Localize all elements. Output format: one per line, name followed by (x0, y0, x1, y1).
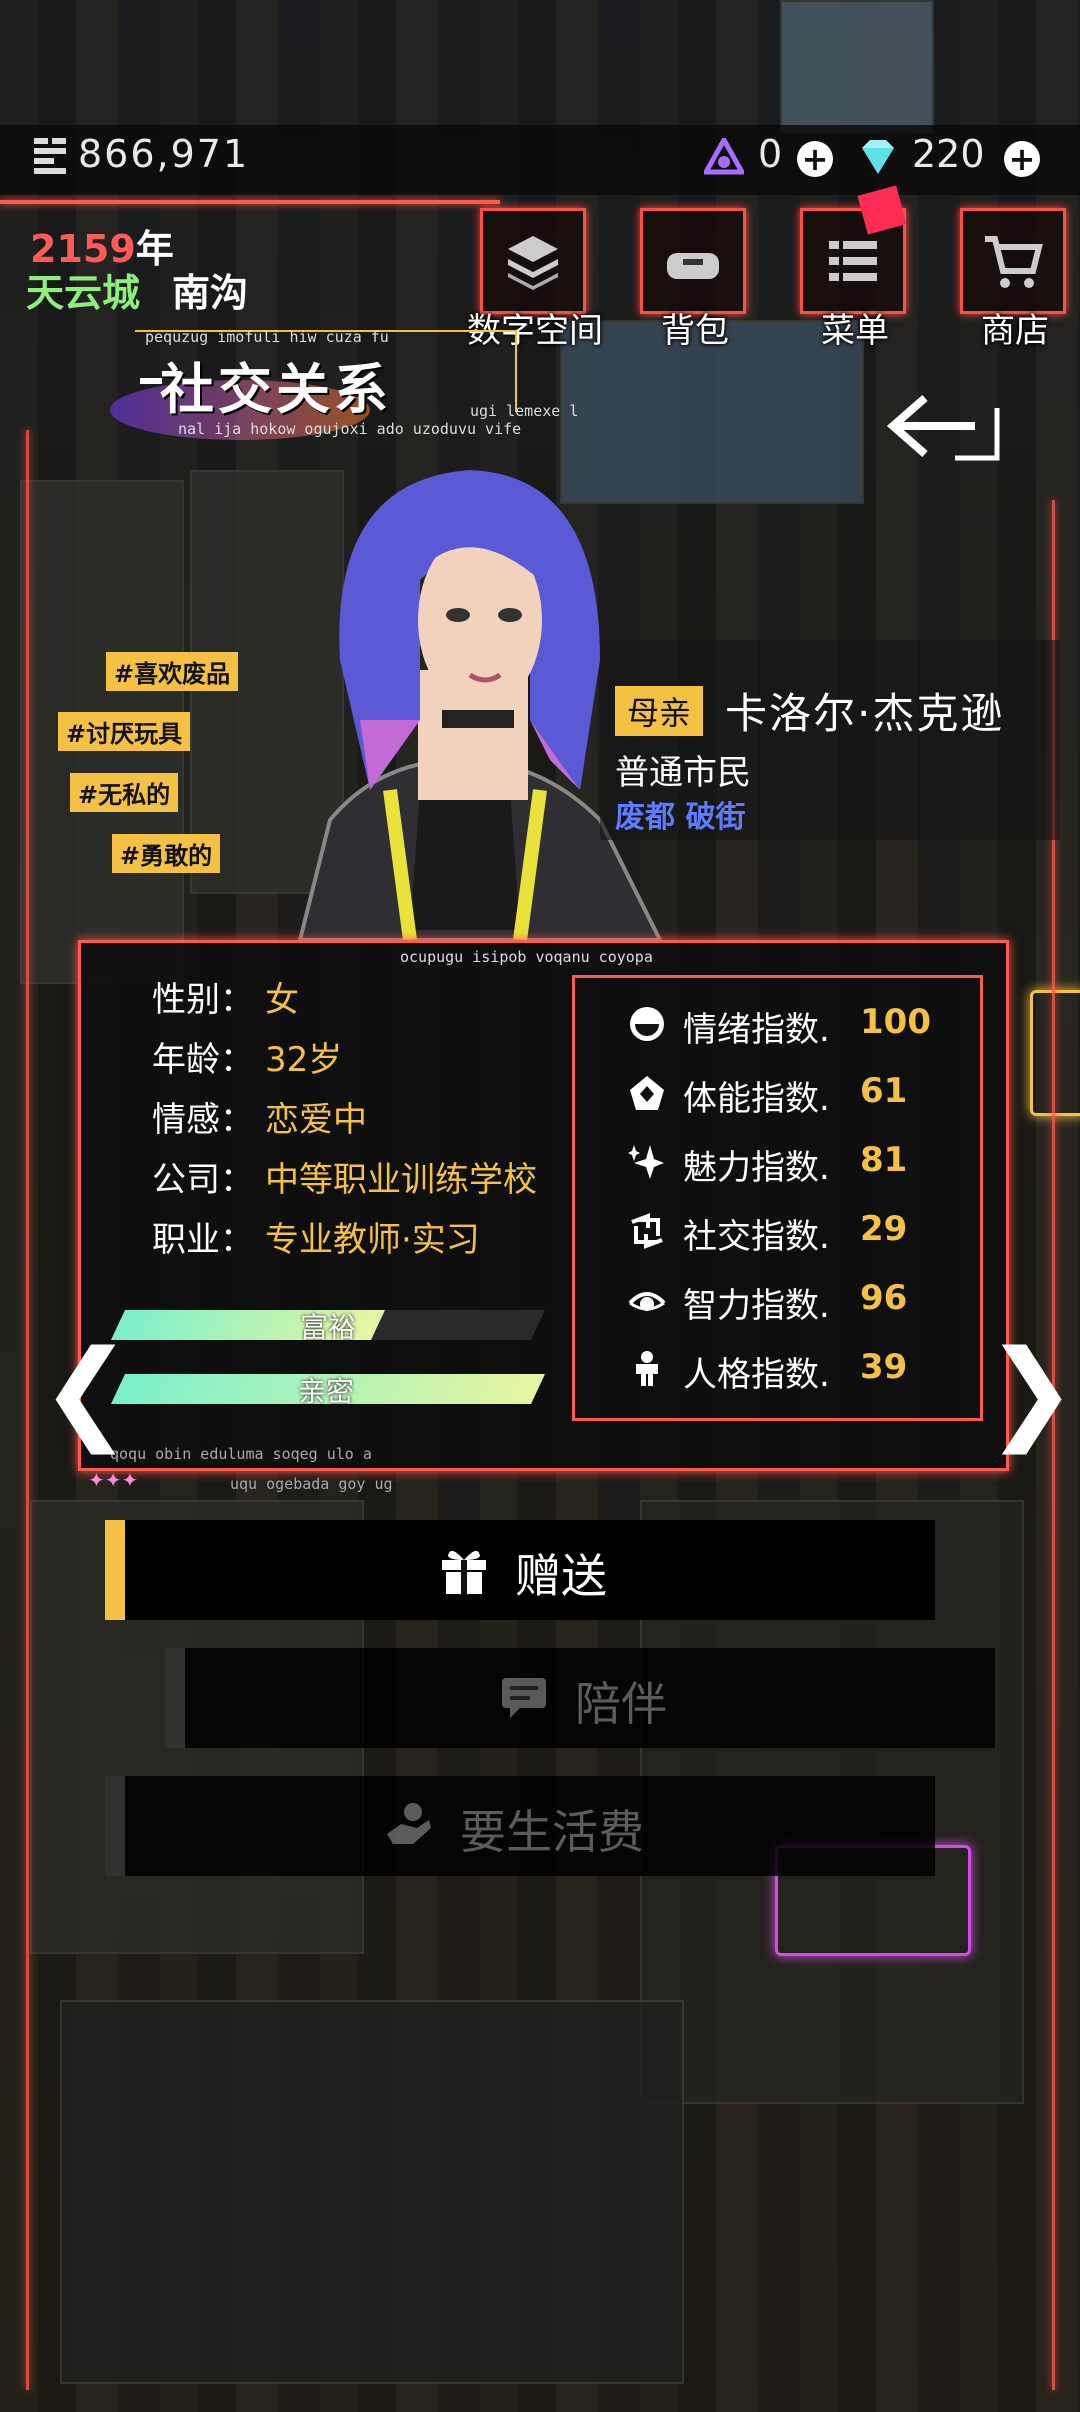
nav-bag-button[interactable]: 背包 (640, 208, 750, 351)
attr-value-company: 中等职业训练学校 (265, 1160, 537, 1200)
trait-tag: #无私的 (70, 773, 179, 812)
index-label-stamina: 体能指数. (683, 1079, 830, 1119)
social-icon (631, 1213, 663, 1249)
deco-text: nal ija hokow ogujoxi ado uzoduvu vife (178, 420, 522, 438)
gift-button[interactable]: 赠送 (105, 1520, 935, 1620)
nav-digital-space-button[interactable]: 数字空间 (467, 208, 603, 351)
back-button[interactable] (885, 388, 1005, 488)
money-value: 866,971 (78, 132, 250, 176)
wealth-bar-label: 富裕 (300, 1311, 357, 1344)
index-value-stamina: 61 (860, 1071, 908, 1111)
chat-icon (502, 1678, 546, 1718)
cart-icon (985, 236, 1043, 288)
frame-line (26, 430, 29, 2390)
nav-card (480, 208, 586, 314)
nav-menu-button[interactable]: 菜单 (800, 185, 910, 351)
background-building (60, 2000, 684, 2384)
index-label-mood: 情绪指数. (683, 1010, 830, 1050)
hand-coin-icon (387, 1803, 431, 1844)
add-cyan-gem-button[interactable]: + (1004, 141, 1040, 177)
ask-allowance-button[interactable]: 要生活费 (105, 1776, 935, 1876)
deco-text: ugi lemexe l (470, 402, 579, 420)
person-icon (636, 1351, 658, 1386)
mood-icon (630, 1007, 664, 1041)
accompany-button[interactable]: 陪伴 (165, 1648, 995, 1748)
intimacy-bar-label: 亲密 (298, 1375, 355, 1408)
gift-icon (442, 1550, 486, 1594)
gift-label: 赠送 (515, 1549, 607, 1603)
background-building (780, 0, 934, 134)
sparkle-icon (628, 1145, 664, 1179)
character-location: 废都 破街 (615, 800, 746, 835)
index-value-mood: 100 (860, 1002, 931, 1042)
purple-gem-icon (704, 138, 744, 175)
trait-tag: #喜欢废品 (106, 652, 239, 691)
deco-text: uqu ogebada goy ug (230, 1475, 393, 1493)
attr-value-gender: 女 (265, 980, 299, 1020)
attr-value-age: 32岁 (265, 1040, 343, 1080)
purple-gem-value: 0 (758, 132, 783, 176)
layers-icon (508, 236, 558, 290)
index-value-social: 29 (860, 1209, 908, 1249)
relation-badge: 母亲 (615, 686, 704, 736)
nav-label: 背包 (661, 311, 729, 351)
stamina-icon (630, 1076, 664, 1110)
index-value-charm: 81 (860, 1140, 908, 1180)
index-label-charm: 魅力指数. (683, 1148, 830, 1188)
nav-card (640, 208, 746, 314)
add-purple-gem-button[interactable]: + (797, 141, 833, 177)
trait-tag: #勇敢的 (112, 834, 221, 873)
attr-label-occupation: 职业： (152, 1220, 254, 1260)
next-character-button[interactable]: ❯ (985, 1335, 1077, 1445)
page-title: 社交关系 (160, 358, 392, 421)
index-value-intelligence: 96 (860, 1278, 908, 1318)
attr-value-occupation: 专业教师·实习 (265, 1220, 480, 1260)
deco-text: pequzug imofuli hiw cuza fu (145, 328, 389, 346)
frame-line (0, 200, 500, 204)
money-icon (34, 138, 66, 174)
deco-stars: ✦✦✦ (88, 1468, 139, 1492)
year-unit: 年 (135, 227, 174, 271)
nav-card (960, 208, 1066, 314)
attr-label-relationship: 情感： (152, 1100, 254, 1140)
title-dash (140, 378, 162, 384)
accompany-label: 陪伴 (575, 1677, 667, 1731)
deco-text: ocupugu isipob voqanu coyopa (400, 948, 653, 966)
cyan-gem-icon (862, 140, 894, 174)
index-label-intelligence: 智力指数. (683, 1286, 830, 1326)
bag-icon (667, 253, 719, 279)
eye-icon (628, 1292, 666, 1311)
menu-icon (829, 241, 877, 281)
attr-label-age: 年龄： (152, 1040, 254, 1080)
trait-tag: #讨厌玩具 (58, 712, 191, 751)
attr-label-gender: 性别： (152, 980, 254, 1020)
nav-label: 商店 (981, 311, 1049, 351)
cyan-gem-value: 220 (912, 132, 985, 176)
nav-label: 菜单 (821, 311, 889, 351)
attr-label-company: 公司： (152, 1160, 254, 1200)
nav-shop-button[interactable]: 商店 (960, 208, 1070, 351)
attr-value-relationship: 恋爱中 (265, 1100, 367, 1140)
background-neon-sign (1030, 990, 1080, 1116)
city-name: 天云城 (26, 271, 141, 315)
index-label-personality: 人格指数. (683, 1355, 830, 1395)
ask-allowance-label: 要生活费 (460, 1805, 644, 1859)
previous-character-button[interactable]: ❮ (40, 1335, 132, 1445)
character-class: 普通市民 (615, 753, 751, 793)
district-name: 南沟 (172, 271, 249, 315)
index-label-social: 社交指数. (683, 1217, 830, 1257)
index-value-personality: 39 (860, 1347, 908, 1387)
deco-text: qoqu obin eduluma soqeg ulo a (110, 1445, 372, 1463)
character-name: 卡洛尔·杰克逊 (725, 689, 1005, 738)
